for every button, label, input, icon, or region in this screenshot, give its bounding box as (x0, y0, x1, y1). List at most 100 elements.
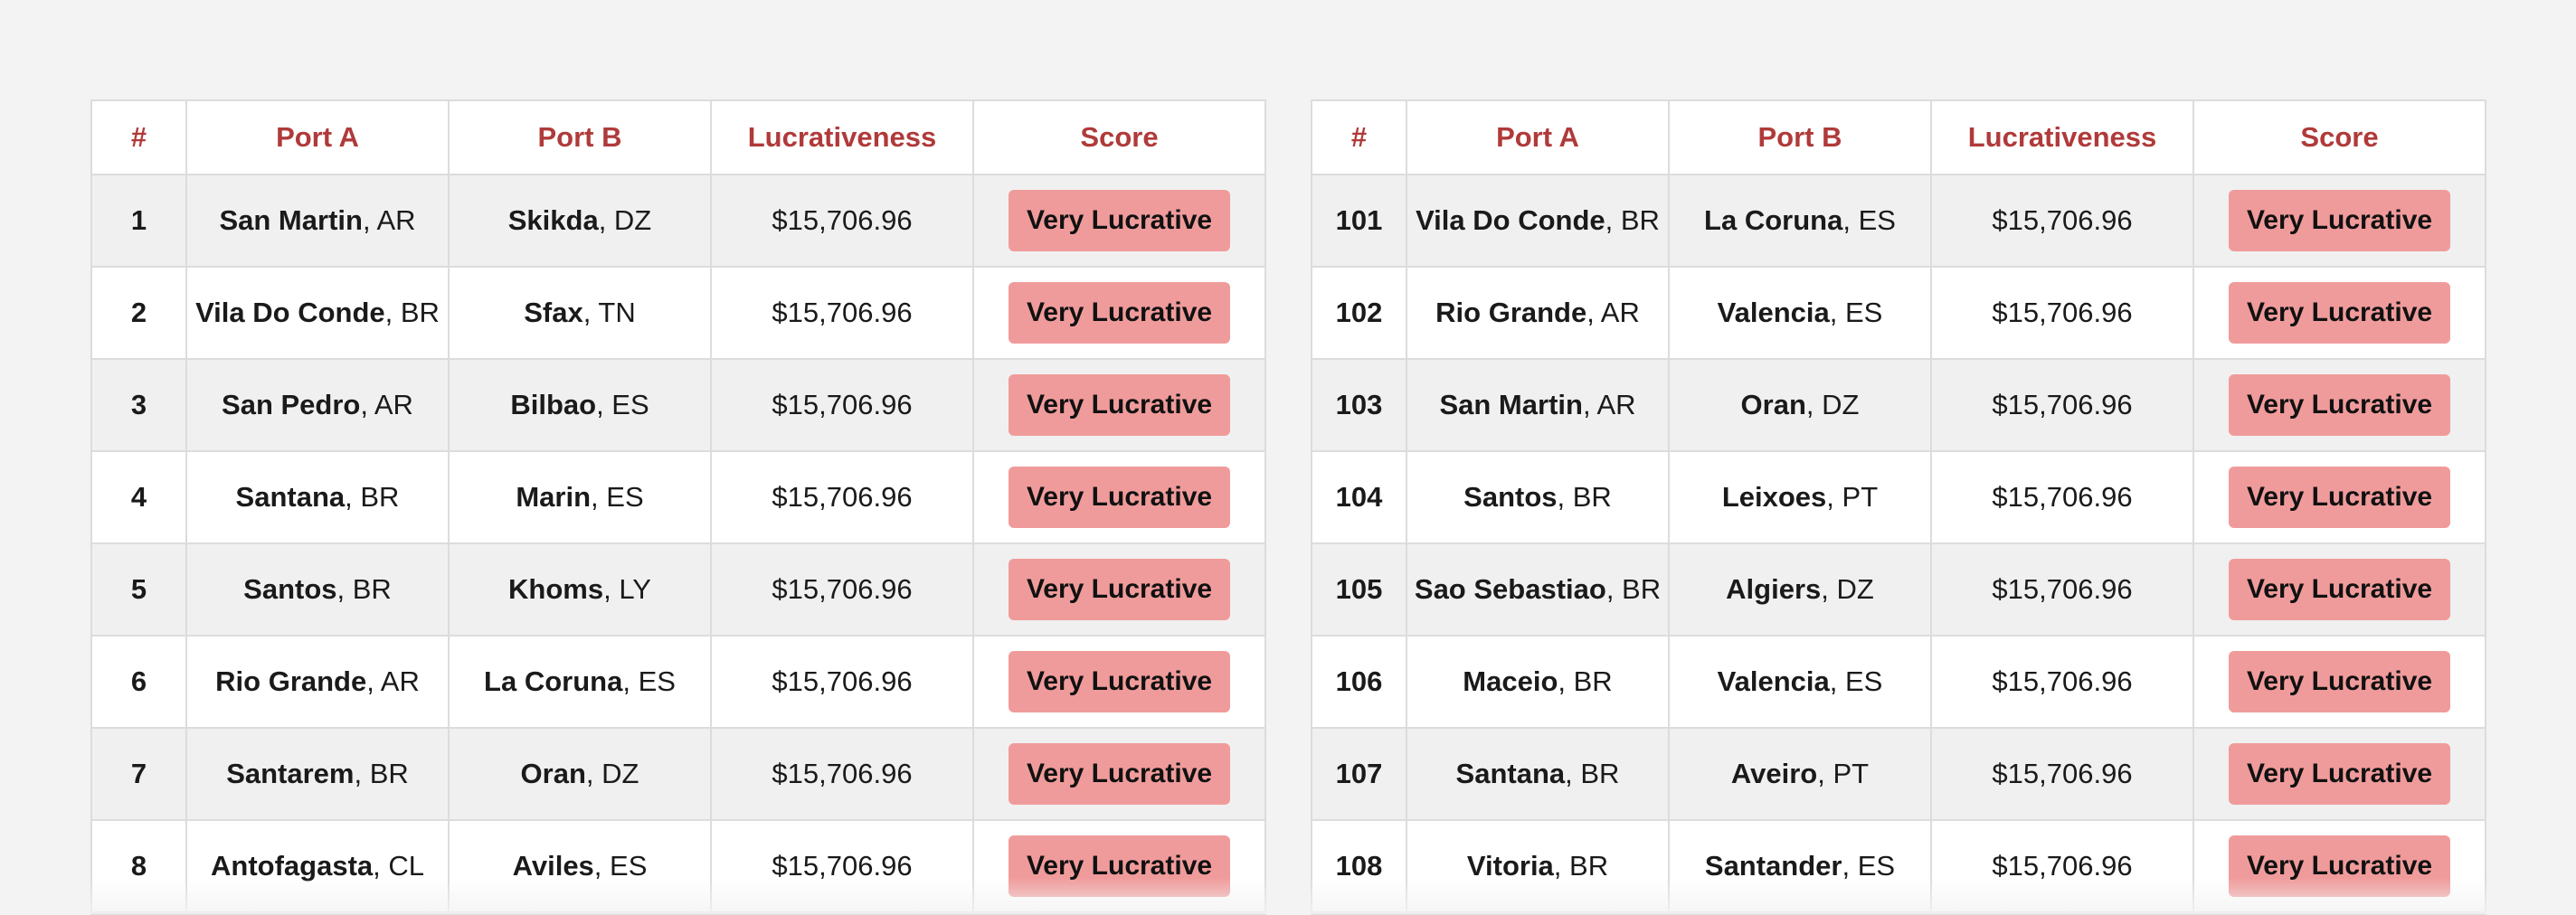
port-b-name: Bilbao (510, 389, 597, 420)
score-cell: Very Lucrative (973, 267, 1264, 360)
port-a-country: , BR (1605, 573, 1662, 605)
lucrativeness-cell: $15,706.96 (711, 359, 974, 452)
column-header-port-a[interactable]: Port A (186, 101, 450, 175)
row-number: 5 (92, 543, 187, 637)
port-a-name: Vila Do Conde (195, 297, 385, 328)
score-badge[interactable]: Very Lucrative (2228, 190, 2451, 251)
column-header-lucrativeness[interactable]: Lucrativeness (711, 101, 974, 175)
port-b-country: , TN (582, 297, 636, 328)
port-a-country: , BR (336, 573, 392, 605)
score-badge[interactable]: Very Lucrative (2228, 559, 2451, 620)
table-row[interactable]: 104 Santos, BR Leixoes, PT $15,706.96 Very L… (1312, 451, 2485, 544)
column-header-score[interactable]: Score (2193, 101, 2485, 175)
score-badge[interactable]: Very Lucrative (1008, 467, 1231, 528)
lucrativeness-cell: $15,706.96 (1931, 359, 2194, 452)
port-b-name: Sfax (524, 297, 583, 328)
table-row[interactable]: 1 San Martin, AR Skikda, DZ $15,706.96 Very … (92, 175, 1264, 268)
score-badge[interactable]: Very Lucrative (2228, 651, 2451, 712)
port-a-name: Rio Grande (215, 665, 367, 697)
port-b-name: Valencia (1717, 297, 1830, 328)
port-a-cell: Santana, BR (1406, 728, 1670, 821)
port-b-name: Aveiro (1730, 758, 1818, 789)
table-row[interactable]: 7 Santarem, BR Oran, DZ $15,706.96 Very Lucr… (92, 728, 1264, 821)
port-b-country: , ES (1842, 850, 1896, 882)
table-row[interactable]: 4 Santana, BR Marin, ES $15,706.96 Very Lucr… (92, 451, 1264, 544)
row-number: 104 (1312, 451, 1407, 544)
table-body: 101 Vila Do Conde, BR La Coruna, ES $15,706… (1312, 175, 2485, 913)
lucrativeness-cell: $15,706.96 (711, 451, 974, 544)
table-row[interactable]: 108 Vitoria, BR Santander, ES $15,706.96 Ver… (1312, 820, 2485, 913)
port-a-cell: Santos, BR (186, 543, 450, 637)
port-b-country: , PT (1826, 481, 1879, 513)
score-badge[interactable]: Very Lucrative (2228, 374, 2451, 436)
port-b-cell: Sfax, TN (449, 267, 712, 360)
table-row[interactable]: 6 Rio Grande, AR La Coruna, ES $15,706.96 Ve… (92, 636, 1264, 729)
lucrativeness-cell: $15,706.96 (1931, 728, 2194, 821)
score-badge[interactable]: Very Lucrative (1008, 835, 1231, 897)
score-cell: Very Lucrative (2193, 728, 2485, 821)
port-a-country: , BR (384, 297, 440, 328)
port-b-country: , ES (1829, 665, 1883, 697)
lucrativeness-cell: $15,706.96 (1931, 175, 2194, 268)
column-header-port-b[interactable]: Port B (1669, 101, 1932, 175)
score-cell: Very Lucrative (2193, 451, 2485, 544)
port-b-name: Leixoes (1721, 481, 1827, 513)
score-cell: Very Lucrative (973, 175, 1264, 268)
score-badge[interactable]: Very Lucrative (2228, 743, 2451, 805)
score-cell: Very Lucrative (2193, 820, 2485, 913)
score-badge[interactable]: Very Lucrative (1008, 282, 1231, 344)
lucrativeness-cell: $15,706.96 (711, 636, 974, 729)
score-cell: Very Lucrative (2193, 359, 2485, 452)
score-badge[interactable]: Very Lucrative (1008, 374, 1231, 436)
table-row[interactable]: 101 Vila Do Conde, BR La Coruna, ES $15,706… (1312, 175, 2485, 268)
table-row[interactable]: 3 San Pedro, AR Bilbao, ES $15,706.96 Very L… (92, 359, 1264, 452)
table-row[interactable]: 105 Sao Sebastiao, BR Algiers, DZ $15,706.9… (1312, 543, 2485, 637)
column-header-lucrativeness[interactable]: Lucrativeness (1931, 101, 2194, 175)
table-header-row: # Port A Port B Lucrativeness Score (1312, 101, 2485, 175)
port-b-name: Algiers (1726, 573, 1822, 605)
port-a-cell: Vitoria, BR (1406, 820, 1670, 913)
port-b-cell: Khoms, LY (449, 543, 712, 637)
lucrativeness-cell: $15,706.96 (711, 543, 974, 637)
column-header-port-b[interactable]: Port B (449, 101, 712, 175)
score-badge[interactable]: Very Lucrative (1008, 651, 1231, 712)
score-cell: Very Lucrative (973, 543, 1264, 637)
score-cell: Very Lucrative (973, 820, 1264, 913)
port-a-cell: Antofagasta, CL (186, 820, 450, 913)
score-badge[interactable]: Very Lucrative (1008, 190, 1231, 251)
table-row[interactable]: 103 San Martin, AR Oran, DZ $15,706.96 Very … (1312, 359, 2485, 452)
table-row[interactable]: 2 Vila Do Conde, BR Sfax, TN $15,706.96 Very… (92, 267, 1264, 360)
score-cell: Very Lucrative (973, 636, 1264, 729)
port-b-name: Santander (1704, 850, 1842, 882)
port-b-name: La Coruna (1704, 204, 1843, 236)
port-a-cell: Vila Do Conde, BR (1406, 175, 1670, 268)
score-badge[interactable]: Very Lucrative (2228, 835, 2451, 897)
table-row[interactable]: 5 Santos, BR Khoms, LY $15,706.96 Very Lucra… (92, 543, 1264, 637)
table-row[interactable]: 106 Maceio, BR Valencia, ES $15,706.96 Very … (1312, 636, 2485, 729)
table-row[interactable]: 8 Antofagasta, CL Aviles, ES $15,706.96 Very… (92, 820, 1264, 913)
port-b-cell: Algiers, DZ (1669, 543, 1932, 637)
port-a-name: Santos (1463, 481, 1558, 513)
score-badge[interactable]: Very Lucrative (2228, 467, 2451, 528)
score-badge[interactable]: Very Lucrative (1008, 743, 1231, 805)
score-badge[interactable]: Very Lucrative (2228, 282, 2451, 344)
port-b-cell: Aveiro, PT (1669, 728, 1932, 821)
port-a-country: , AR (362, 204, 416, 236)
port-a-name: Vila Do Conde (1416, 204, 1605, 236)
table-row[interactable]: 107 Santana, BR Aveiro, PT $15,706.96 Very L… (1312, 728, 2485, 821)
port-a-country: , BR (1565, 758, 1620, 789)
column-header-port-a[interactable]: Port A (1406, 101, 1670, 175)
row-number: 6 (92, 636, 187, 729)
lucrativeness-cell: $15,706.96 (1931, 636, 2194, 729)
port-a-country: , BR (1605, 204, 1660, 236)
port-a-cell: San Pedro, AR (186, 359, 450, 452)
table-row[interactable]: 102 Rio Grande, AR Valencia, ES $15,706.96 V… (1312, 267, 2485, 360)
score-badge[interactable]: Very Lucrative (1008, 559, 1231, 620)
lucrativeness-cell: $15,706.96 (711, 728, 974, 821)
column-header-score[interactable]: Score (973, 101, 1264, 175)
column-header-num[interactable]: # (1312, 101, 1407, 175)
score-cell: Very Lucrative (973, 359, 1264, 452)
port-b-cell: Santander, ES (1669, 820, 1932, 913)
port-a-name: San Martin (1439, 389, 1583, 420)
column-header-num[interactable]: # (92, 101, 187, 175)
